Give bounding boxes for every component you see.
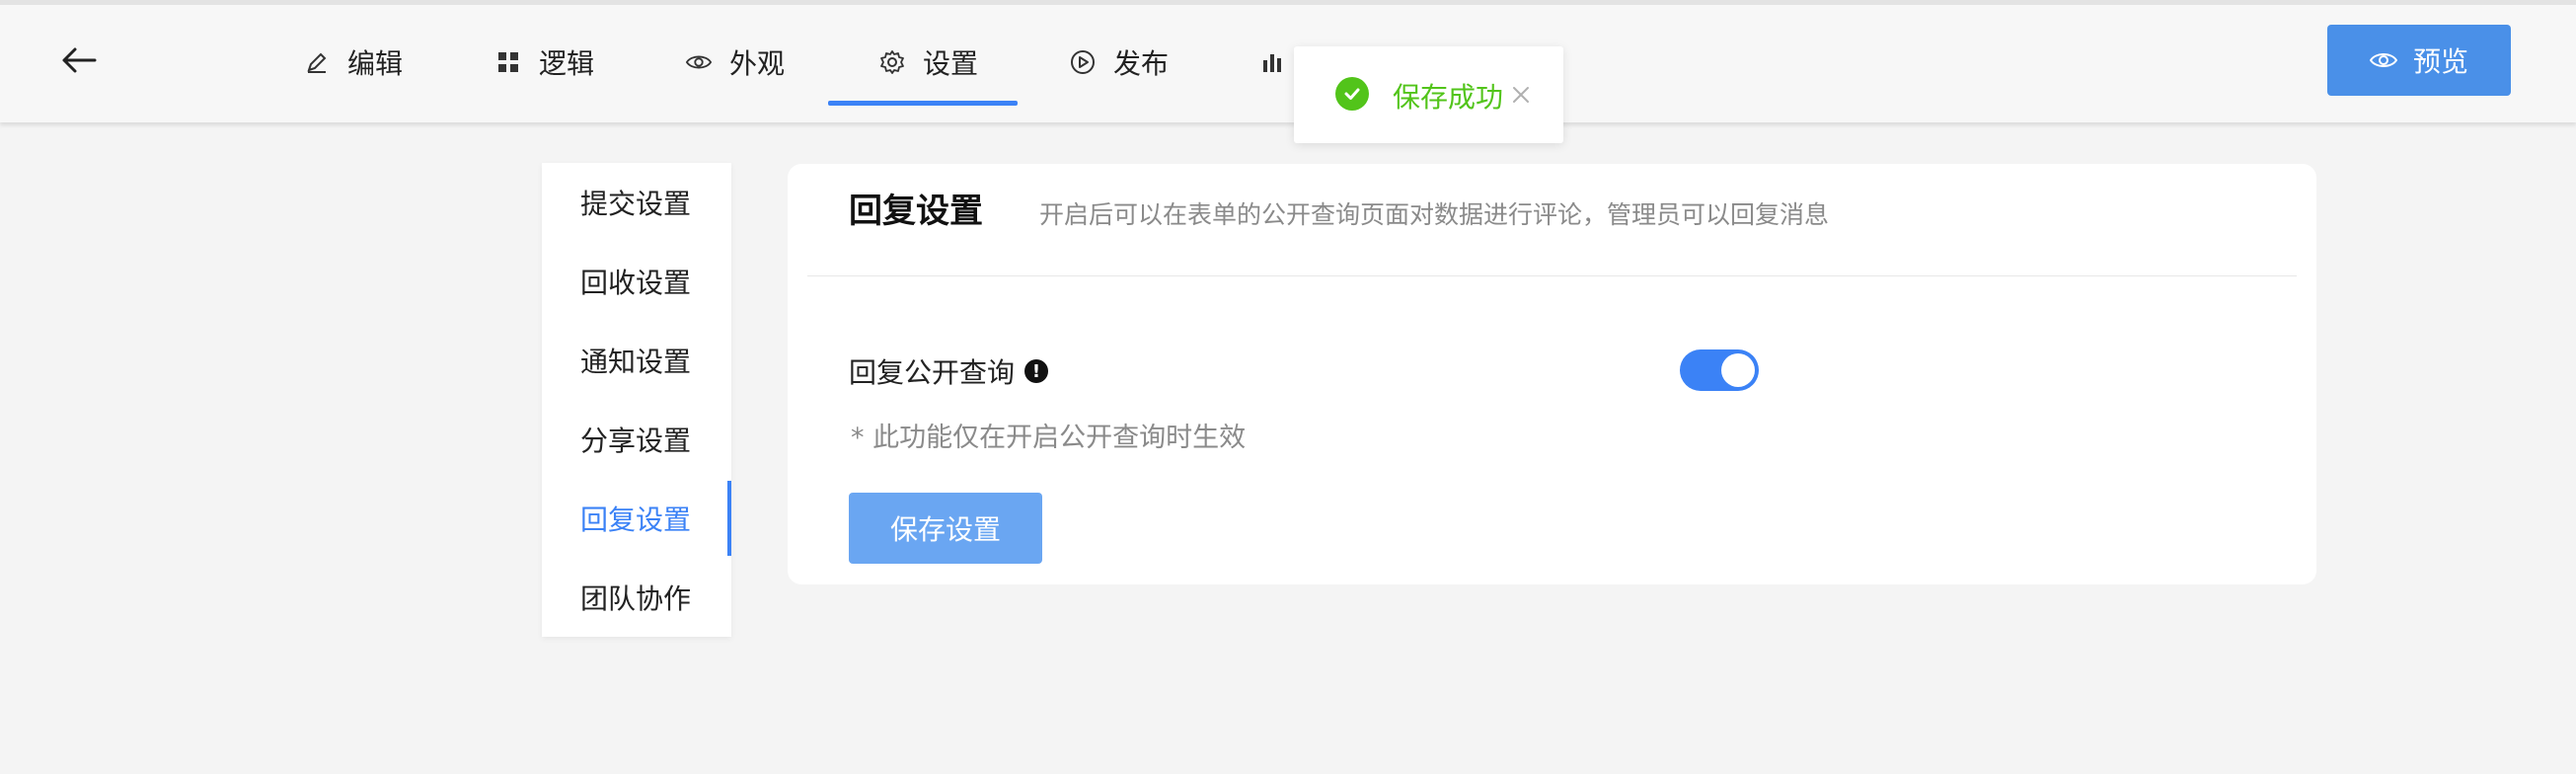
check-circle-icon: [1335, 77, 1369, 111]
settings-side-menu: 提交设置 回收设置 通知设置 分享设置 回复设置 团队协作: [542, 163, 731, 637]
preview-label: 预览: [2412, 45, 2468, 78]
tab-label: 编辑: [347, 47, 404, 80]
side-item-label: 回收设置: [580, 267, 692, 299]
side-item-label: 团队协作: [580, 582, 692, 615]
tab-label: 发布: [1113, 47, 1170, 80]
back-button[interactable]: [57, 40, 101, 80]
tab-label: 设置: [923, 47, 979, 80]
save-settings-button[interactable]: 保存设置: [849, 493, 1042, 564]
bar-chart-icon: [1259, 49, 1285, 75]
tab-settings[interactable]: 设置: [827, 23, 1019, 106]
side-item-label: 通知设置: [580, 346, 692, 378]
top-bar: 编辑 逻辑 外观 设置 发布 预览: [0, 0, 2576, 122]
side-item-notification-settings[interactable]: 通知设置: [542, 321, 731, 400]
pen-icon: [304, 49, 330, 75]
field-label: 回复公开查询: [849, 356, 1016, 389]
tab-logic[interactable]: 逻辑: [495, 23, 594, 102]
grid-icon: [495, 49, 521, 75]
reply-public-query-field: 回复公开查询 !: [849, 351, 1049, 391]
eye-icon: [686, 49, 712, 75]
side-item-label: 提交设置: [580, 188, 692, 220]
toast-message: 保存成功: [1393, 81, 1504, 114]
side-item-label: 回复设置: [580, 503, 692, 536]
tab-edit[interactable]: 编辑: [304, 23, 403, 102]
side-item-label: 分享设置: [580, 425, 692, 457]
play-circle-icon: [1070, 49, 1096, 75]
gear-icon: [879, 49, 905, 75]
divider: [807, 275, 2297, 276]
tab-label: 逻辑: [539, 47, 595, 80]
hint-text: * 此功能仅在开启公开查询时生效: [851, 423, 1247, 453]
panel-title: 回复设置: [849, 192, 983, 231]
eye-icon: [2369, 53, 2397, 67]
success-toast: 保存成功: [1294, 46, 1563, 143]
save-label: 保存设置: [889, 513, 1001, 546]
arrow-left-icon: [62, 47, 97, 73]
side-item-team-collaboration[interactable]: 团队协作: [542, 558, 731, 637]
reply-settings-panel: 回复设置 开启后可以在表单的公开查询页面对数据进行评论，管理员可以回复消息 回复…: [788, 164, 2316, 584]
side-item-share-settings[interactable]: 分享设置: [542, 400, 731, 479]
panel-description: 开启后可以在表单的公开查询页面对数据进行评论，管理员可以回复消息: [1039, 200, 1830, 229]
toggle-knob: [1721, 353, 1755, 387]
preview-button[interactable]: 预览: [2327, 25, 2511, 96]
side-item-recycle-settings[interactable]: 回收设置: [542, 242, 731, 321]
info-icon[interactable]: !: [1024, 359, 1049, 383]
side-item-submit-settings[interactable]: 提交设置: [542, 163, 731, 242]
tab-appearance[interactable]: 外观: [686, 23, 785, 102]
tab-label: 外观: [729, 47, 786, 80]
close-icon[interactable]: [1506, 80, 1536, 110]
side-item-reply-settings[interactable]: 回复设置: [542, 479, 731, 558]
reply-public-query-toggle[interactable]: [1680, 349, 1759, 391]
tab-publish[interactable]: 发布: [1070, 23, 1169, 102]
